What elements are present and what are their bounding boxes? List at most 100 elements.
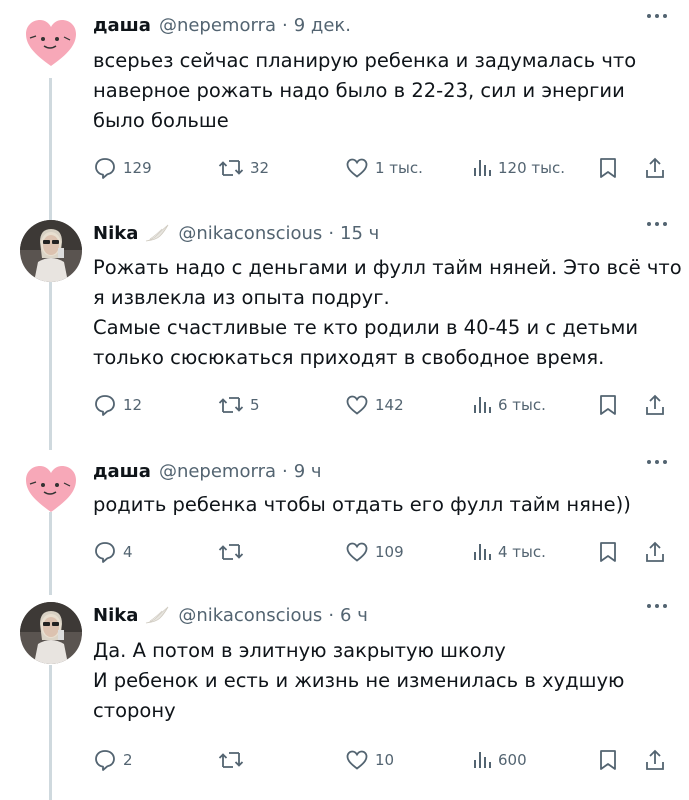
bookmark-icon: [600, 158, 616, 178]
tweet[interactable]: Nika @nikaconscious · 15 ч Рожать надо с…: [0, 220, 689, 440]
repost-icon: [218, 160, 244, 176]
timestamp[interactable]: 9 дек.: [294, 15, 351, 36]
repost-icon: [218, 752, 244, 768]
photo-avatar[interactable]: [20, 220, 82, 282]
views-button[interactable]: 6 тыс.: [472, 393, 546, 417]
share-button[interactable]: [643, 748, 667, 772]
tweet-header: Nika @nikaconscious · 6 ч: [93, 602, 368, 628]
reply-button[interactable]: 4: [93, 540, 133, 564]
repost-button[interactable]: 32: [218, 156, 269, 180]
like-count: 109: [375, 543, 404, 561]
reply-count: 12: [123, 396, 143, 414]
heart-avatar[interactable]: [20, 12, 82, 74]
reply-button[interactable]: 129: [93, 156, 152, 180]
share-icon: [646, 541, 664, 562]
bookmark-button[interactable]: [598, 393, 618, 417]
share-icon: [646, 157, 664, 178]
tweet-line: было больше: [93, 109, 229, 132]
tweet-line: И ребенок и есть и жизнь не изменилась в…: [93, 669, 625, 692]
bookmark-button[interactable]: [598, 156, 618, 180]
author-name[interactable]: даша: [93, 15, 151, 36]
like-count: 142: [375, 396, 404, 414]
wing-icon: [144, 605, 170, 625]
heart-icon: [346, 395, 368, 415]
tweet-line: Рожать надо с деньгами и фулл тайм няней…: [93, 256, 682, 279]
tweet-line: родить ребенка чтобы отдать его фулл тай…: [93, 493, 631, 516]
repost-button[interactable]: [218, 540, 244, 564]
more-options-icon[interactable]: [647, 14, 667, 18]
heart-icon: [346, 542, 368, 562]
author-name[interactable]: даша: [93, 461, 151, 482]
author-handle[interactable]: @nikaconscious: [178, 605, 322, 626]
repost-icon: [218, 397, 244, 413]
heart-icon: [346, 750, 368, 770]
bookmark-icon: [600, 542, 616, 562]
views-button[interactable]: 120 тыс.: [472, 156, 565, 180]
tweet-line: наверное рожать надо было в 22-23, сил и…: [93, 79, 625, 102]
photo-avatar[interactable]: [20, 602, 82, 664]
bar-chart-icon: [474, 544, 491, 560]
action-bar: 12 5 142 6 тыс.: [93, 393, 668, 419]
like-button[interactable]: 109: [345, 540, 404, 564]
author-handle[interactable]: @nepemorra: [159, 461, 276, 482]
author-name[interactable]: Nika: [93, 223, 138, 244]
share-button[interactable]: [643, 156, 667, 180]
action-bar: 2 10 600: [93, 748, 668, 774]
tweet[interactable]: даша @nepemorra · 9 дек. всерьез сейчас …: [0, 12, 689, 192]
heart-icon: [346, 158, 368, 178]
like-count: 1 тыс.: [375, 159, 423, 177]
views-button[interactable]: 600: [472, 748, 527, 772]
tweet[interactable]: даша @nepemorra · 9 ч родить ребенка что…: [0, 458, 689, 578]
timestamp[interactable]: 9 ч: [294, 461, 322, 482]
timestamp[interactable]: 6 ч: [340, 605, 368, 626]
tweet-line: сторону: [93, 699, 176, 722]
tweet-header: даша @nepemorra · 9 дек.: [93, 12, 351, 38]
heart-avatar[interactable]: [20, 458, 82, 520]
separator-dot: ·: [328, 222, 335, 244]
separator-dot: ·: [328, 604, 335, 626]
timestamp[interactable]: 15 ч: [340, 223, 379, 244]
more-options-icon[interactable]: [647, 604, 667, 608]
reply-icon: [95, 158, 115, 179]
reply-count: 4: [123, 543, 133, 561]
author-handle[interactable]: @nepemorra: [159, 15, 276, 36]
reply-count: 129: [123, 159, 152, 177]
reply-button[interactable]: 2: [93, 748, 133, 772]
reply-icon: [95, 395, 115, 416]
repost-button[interactable]: 5: [218, 393, 260, 417]
author-name[interactable]: Nika: [93, 605, 138, 626]
view-count: 4 тыс.: [498, 543, 546, 561]
tweet-text: Рожать надо с деньгами и фулл тайм няней…: [93, 253, 682, 373]
tweet-line: только сюсюкаться приходят в свободное в…: [93, 346, 605, 369]
reply-count: 2: [123, 751, 133, 769]
more-options-icon[interactable]: [647, 460, 667, 464]
like-button[interactable]: 142: [345, 393, 404, 417]
separator-dot: ·: [282, 460, 288, 482]
repost-count: 32: [250, 159, 270, 177]
tweet-header: Nika @nikaconscious · 15 ч: [93, 220, 379, 246]
repost-button[interactable]: [218, 748, 244, 772]
reply-icon: [95, 542, 115, 563]
bookmark-button[interactable]: [598, 540, 618, 564]
bar-chart-icon: [474, 752, 491, 768]
wing-icon: [144, 223, 170, 243]
share-button[interactable]: [643, 540, 667, 564]
reply-button[interactable]: 12: [93, 393, 142, 417]
share-button[interactable]: [643, 393, 667, 417]
like-button[interactable]: 1 тыс.: [345, 156, 423, 180]
view-count: 120 тыс.: [498, 159, 565, 177]
author-handle[interactable]: @nikaconscious: [178, 223, 322, 244]
tweet-line: Самые счастливые те кто родили в 40-45 и…: [93, 316, 639, 339]
tweet-line: я извлекла из опыта подруг.: [93, 286, 390, 309]
action-bar: 4 109 4 тыс.: [93, 540, 668, 566]
like-count: 10: [375, 751, 395, 769]
views-button[interactable]: 4 тыс.: [472, 540, 546, 564]
tweet[interactable]: Nika @nikaconscious · 6 ч Да. А потом в …: [0, 602, 689, 792]
tweet-line: Да. А потом в элитную закрытую школу: [93, 639, 506, 662]
like-button[interactable]: 10: [345, 748, 394, 772]
repost-icon: [218, 544, 244, 560]
bookmark-button[interactable]: [598, 748, 618, 772]
more-options-icon[interactable]: [647, 222, 667, 226]
action-bar: 129 32 1 тыс. 120 тыс.: [93, 156, 668, 182]
bar-chart-icon: [474, 397, 491, 413]
